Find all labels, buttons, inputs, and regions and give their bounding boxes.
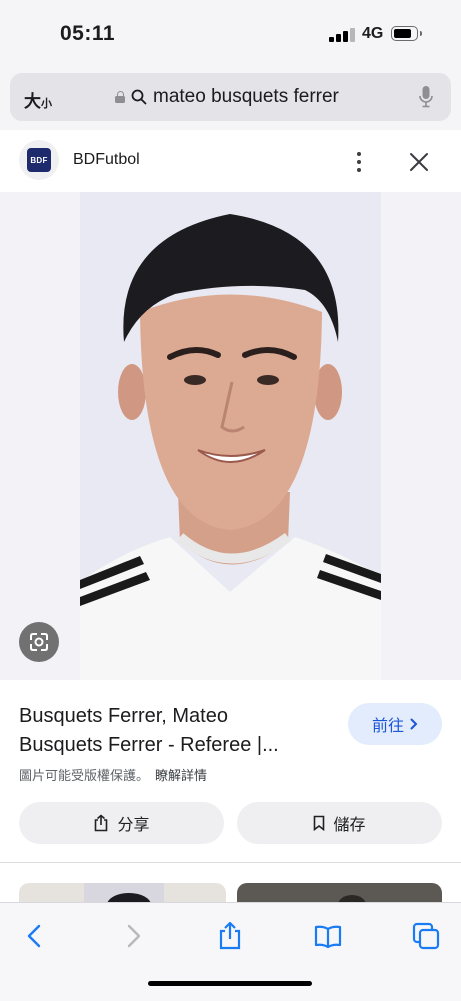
bottom-toolbar <box>0 902 461 1001</box>
forward-icon[interactable] <box>118 921 148 951</box>
chevron-right-icon <box>410 718 418 730</box>
lock-icon <box>115 91 125 103</box>
save-button[interactable]: 儲存 <box>237 802 442 844</box>
search-query: mateo busquets ferrer <box>153 86 339 107</box>
result-title[interactable]: Busquets Ferrer, Mateo Busquets Ferrer -… <box>19 702 319 760</box>
url-field[interactable]: mateo busquets ferrer <box>115 85 339 109</box>
book-icon[interactable] <box>313 921 343 951</box>
site-logo: BDF <box>27 148 51 172</box>
related-image-thumbnail[interactable] <box>19 883 226 903</box>
share-icon <box>95 814 108 832</box>
address-bar[interactable]: 大小 mateo busquets ferrer <box>10 73 451 121</box>
close-icon[interactable] <box>408 151 430 173</box>
status-time: 05:11 <box>60 22 116 45</box>
image-area <box>0 192 461 680</box>
site-name[interactable]: BDFutbol <box>73 151 140 169</box>
text-size-button[interactable]: 大小 <box>24 87 52 112</box>
back-icon[interactable] <box>20 921 50 951</box>
share-icon[interactable] <box>215 921 245 951</box>
search-icon <box>131 89 147 105</box>
result-image[interactable] <box>80 192 381 680</box>
more-icon[interactable] <box>349 149 369 175</box>
signal-icon <box>329 27 355 42</box>
network-type: 4G <box>362 25 384 42</box>
lens-icon <box>30 633 48 651</box>
address-area: 大小 mateo busquets ferrer <box>0 70 461 130</box>
status-bar: 05:11 4G <box>0 0 461 70</box>
home-indicator[interactable] <box>148 981 312 986</box>
related-image-thumbnail[interactable] <box>237 883 442 903</box>
copyright-notice: 圖片可能受版權保護。 瞭解詳情 <box>19 768 208 783</box>
panel-header: BDF BDFutbol <box>0 130 461 192</box>
bookmark-icon <box>314 815 325 831</box>
lens-button[interactable] <box>19 622 59 662</box>
tabs-icon[interactable] <box>411 921 441 951</box>
mic-icon[interactable] <box>419 85 433 109</box>
share-button[interactable]: 分享 <box>19 802 224 844</box>
learn-more-link[interactable]: 瞭解詳情 <box>155 768 207 783</box>
divider <box>0 862 461 863</box>
site-avatar[interactable]: BDF <box>19 140 59 180</box>
visit-button[interactable]: 前往 <box>348 703 442 745</box>
battery-icon <box>391 26 422 41</box>
